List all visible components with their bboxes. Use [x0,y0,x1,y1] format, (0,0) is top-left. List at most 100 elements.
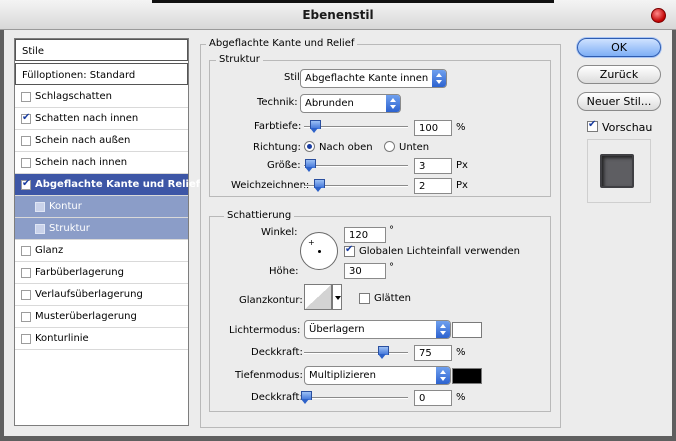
altitude-value: 30 [349,266,362,277]
texture-checkbox[interactable] [35,224,45,234]
style-item-inner-shadow[interactable]: Schatten nach innen [15,108,188,130]
gradient-overlay-checkbox[interactable] [21,290,31,300]
stroke-checkbox[interactable] [21,334,31,344]
style-item-label: Abgeflachte Kante und Relief [35,179,201,190]
style-item-label: Schein nach innen [35,157,128,168]
style-item-inner-glow[interactable]: Schein nach innen [15,152,188,174]
chevron-updown-icon [386,95,400,112]
shadow-mode-value: Multiplizieren [309,370,376,381]
angle-dial[interactable]: + [300,232,338,270]
highlight-opacity-input[interactable]: 75 [414,345,452,361]
fill-options-item[interactable]: Fülloptionen: Standard [15,63,188,85]
soften-slider-thumb[interactable] [314,179,325,192]
inner-shadow-checkbox[interactable] [21,112,31,124]
soften-input[interactable]: 2 [414,178,452,194]
size-slider-track[interactable] [304,165,408,167]
direction-up-radio[interactable] [304,141,315,152]
style-select-value: Abgeflachte Kante innen [305,73,429,84]
highlight-color-swatch[interactable] [452,322,482,338]
color-overlay-checkbox[interactable] [21,268,31,278]
technique-select-value: Abrunden [305,98,354,109]
antialias-checkbox[interactable] [359,293,370,304]
style-item-texture[interactable]: Struktur [15,218,188,240]
direction-label: Richtung: [253,142,301,153]
style-item-label: Schlagschatten [35,91,112,102]
global-light-label[interactable]: Globalen Lichteinfall verwenden [359,246,520,257]
style-item-contour[interactable]: Kontur [15,196,188,218]
depth-slider-thumb[interactable] [310,120,321,133]
style-item-label: Glanz [35,245,64,256]
back-button[interactable]: Zurück [577,65,661,84]
depth-input[interactable]: 100 [414,120,452,136]
direction-down-radio[interactable] [384,141,395,152]
bevel-emboss-checkbox[interactable] [21,178,31,190]
style-item-color-overlay[interactable]: Farbüberlagerung [15,262,188,284]
angle-center-dot [318,250,321,253]
drop-shadow-checkbox[interactable] [21,92,31,102]
gloss-contour-dropdown[interactable] [332,284,342,310]
altitude-input[interactable]: 30 [344,263,386,279]
style-item-label: Konturlinie [35,333,89,344]
depth-unit: % [456,122,466,133]
preview-checkbox[interactable] [587,119,598,132]
style-item-satin[interactable]: Glanz [15,240,188,262]
chevron-updown-icon [436,367,450,384]
shadow-opacity-track[interactable] [304,397,408,399]
global-light-checkbox[interactable] [344,244,355,257]
style-item-label: Verlaufsüberlagerung [35,289,143,300]
size-unit: Px [456,160,468,171]
inner-glow-checkbox[interactable] [21,158,31,168]
technique-select[interactable]: Abrunden [300,94,401,113]
style-item-bevel-emboss[interactable]: Abgeflachte Kante und Relief [15,174,200,196]
ok-button[interactable]: OK [577,38,661,57]
style-item-drop-shadow[interactable]: Schlagschatten [15,86,188,108]
altitude-label: Höhe: [269,266,299,277]
fill-options-label: Fülloptionen: Standard [22,70,136,81]
shadow-color-swatch[interactable] [452,368,482,384]
shadow-opacity-input[interactable]: 0 [414,390,452,406]
style-item-label: Schein nach außen [35,135,131,146]
antialias-label[interactable]: Glätten [374,293,411,304]
style-item-outer-glow[interactable]: Schein nach außen [15,130,188,152]
direction-down-label[interactable]: Unten [399,142,429,153]
shading-title: Schattierung [224,210,295,221]
style-preview [587,139,651,203]
contour-checkbox[interactable] [35,202,45,212]
styles-header[interactable]: Stile [15,39,188,61]
pattern-overlay-checkbox[interactable] [21,312,31,322]
close-icon[interactable] [651,8,666,23]
satin-checkbox[interactable] [21,246,31,256]
shadow-mode-select[interactable]: Multiplizieren [304,366,451,385]
angle-input[interactable]: 120 [344,227,386,243]
style-item-gradient-overlay[interactable]: Verlaufsüberlagerung [15,284,188,306]
style-item-pattern-overlay[interactable]: Musterüberlagerung [15,306,188,328]
size-input[interactable]: 3 [414,158,452,174]
highlight-mode-label: Lichtermodus: [229,325,301,336]
preview-label[interactable]: Vorschau [602,121,652,134]
soften-unit: Px [456,180,468,191]
depth-label: Farbtiefe: [254,121,302,132]
shadow-opacity-value: 0 [419,393,426,404]
size-slider-thumb[interactable] [305,159,316,172]
style-item-label: Kontur [49,201,82,212]
highlight-opacity-track[interactable] [304,352,408,354]
highlight-opacity-thumb[interactable] [378,346,389,359]
outer-glow-checkbox[interactable] [21,136,31,146]
gloss-contour-preview[interactable] [304,284,332,310]
style-select[interactable]: Abgeflachte Kante innen [300,69,447,88]
size-label: Größe: [267,160,301,171]
highlight-opacity-unit: % [456,347,466,358]
new-style-button[interactable]: Neuer Stil... [577,92,661,111]
title-bar[interactable]: Ebenenstil [0,0,676,30]
soften-value: 2 [419,181,426,192]
highlight-mode-value: Überlagern [309,324,365,335]
angle-unit: ° [389,225,394,236]
highlight-mode-select[interactable]: Überlagern [304,320,451,339]
angle-label: Winkel: [261,227,298,238]
style-item-stroke[interactable]: Konturlinie [15,328,188,350]
shadow-opacity-thumb[interactable] [301,391,312,404]
angle-value: 120 [349,230,369,241]
styles-list: Stile Fülloptionen: Standard Schlagschat… [14,38,200,426]
crosshair-icon: + [308,238,315,247]
direction-up-label[interactable]: Nach oben [319,142,373,153]
